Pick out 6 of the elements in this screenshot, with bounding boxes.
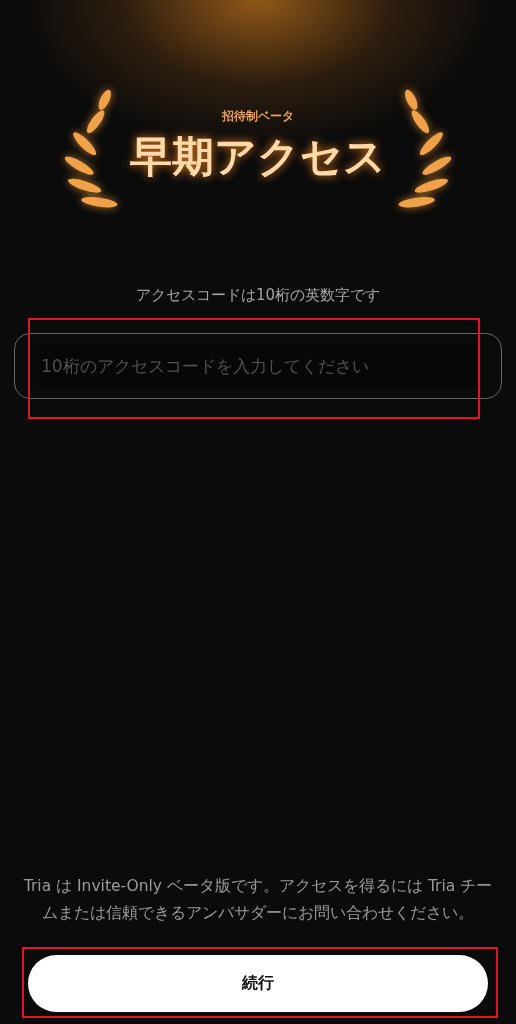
instruction-text: アクセスコードは10桁の英数字です xyxy=(135,286,381,305)
beta-label: 招待制ベータ xyxy=(222,107,294,125)
access-code-field[interactable]: 10桁のアクセスコードを入力してください xyxy=(14,333,502,399)
page-title: 早期アクセス xyxy=(130,130,386,183)
continue-button[interactable]: 続行 xyxy=(28,955,488,1012)
notice-text: Tria は Invite-Only ベータ版です。アクセスを得るには Tria チームまたは信頼できるアンバサダーにお問い合わせください。 xyxy=(22,876,494,924)
